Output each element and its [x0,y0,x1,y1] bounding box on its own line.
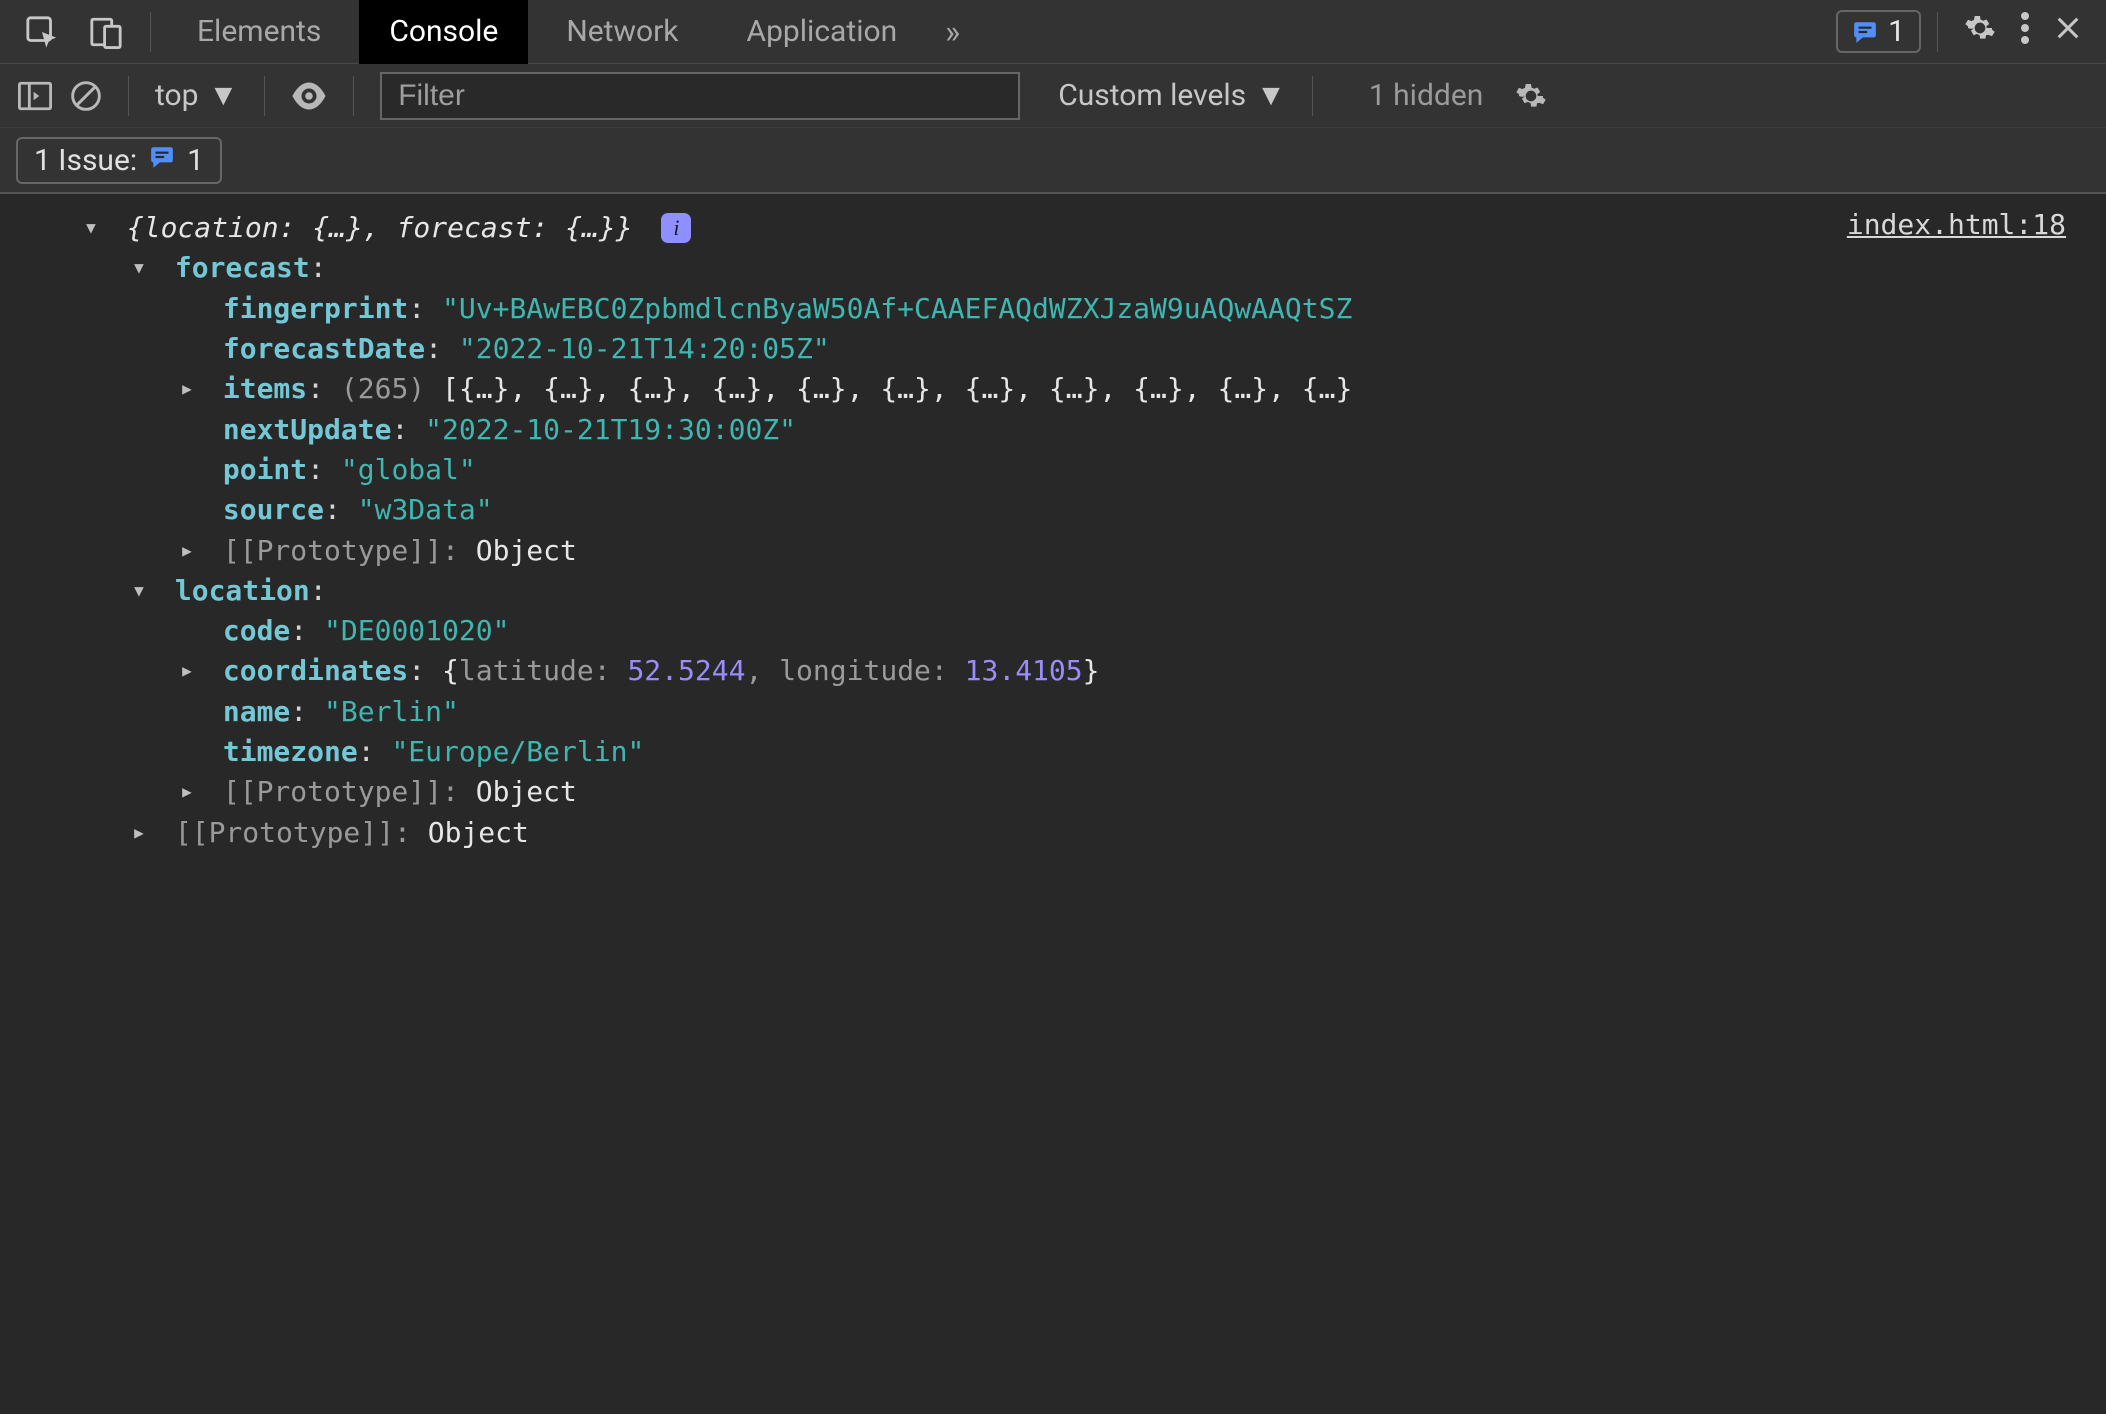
property-key: fingerprint [223,292,408,325]
console-toolbar: top ▼ Custom levels ▼ 1 hidden [0,64,2106,128]
tree-row-coordinates[interactable]: coordinates: {latitude: 52.5244, longitu… [80,651,2066,691]
expand-toggle-icon[interactable] [176,772,198,812]
tab-elements[interactable]: Elements [167,0,351,64]
tab-console[interactable]: Console [359,0,528,64]
inspect-icon[interactable] [14,4,70,60]
coord-lat-val: 52.5244 [627,654,745,687]
tree-row-prototype[interactable]: [[Prototype]]: Object [80,813,2066,853]
filter-input[interactable] [380,72,1020,120]
info-icon[interactable]: i [661,213,691,243]
chevron-down-icon: ▼ [208,78,238,113]
property-key: forecast [175,251,310,284]
property-key: timezone [223,735,358,768]
tree-row[interactable]: timezone: "Europe/Berlin" [80,732,2066,772]
property-value: "Europe/Berlin" [391,735,644,768]
separator [353,76,354,116]
issues-button[interactable]: 1 Issue: 1 [16,137,222,184]
property-key: coordinates [223,654,408,687]
items-preview: [{…}, {…}, {…}, {…}, {…}, {…}, {…}, {…},… [442,372,1352,405]
property-value: "2022-10-21T14:20:05Z" [459,332,830,365]
separator [150,12,151,52]
coord-lng-val: 13.4105 [965,654,1083,687]
expand-toggle-icon[interactable] [128,248,150,288]
expand-toggle-icon[interactable] [80,208,102,248]
property-value: Object [476,775,577,808]
property-value: Object [428,816,529,849]
message-icon [149,143,175,178]
expand-toggle-icon[interactable] [128,571,150,611]
close-icon[interactable] [2054,14,2082,49]
tree-row-location[interactable]: location: [80,571,2066,611]
levels-label: Custom levels [1058,78,1246,113]
separator [128,76,129,116]
expand-toggle-icon[interactable] [176,531,198,571]
live-expression-icon[interactable] [291,82,327,110]
property-key: point [223,453,307,486]
console-output: index.html:18 {location: {…}, forecast: … [0,192,2106,893]
tree-row[interactable]: source: "w3Data" [80,490,2066,530]
device-toggle-icon[interactable] [78,4,134,60]
separator [1312,76,1313,116]
property-key: source [223,493,324,526]
issues-count: 1 [187,143,204,178]
tree-row[interactable]: forecastDate: "2022-10-21T14:20:05Z" [80,329,2066,369]
property-key: nextUpdate [223,413,392,446]
kebab-menu-icon[interactable] [2020,12,2030,51]
toggle-sidebar-icon[interactable] [18,81,52,111]
object-tree: {location: {…}, forecast: {…}} i forecas… [80,208,2066,853]
issues-indicator[interactable]: 1 [1836,10,1921,53]
object-summary: {location: {…}, forecast: {…}} [127,211,633,244]
more-tabs-icon[interactable]: » [935,13,970,51]
tree-row[interactable]: code: "DE0001020" [80,611,2066,651]
log-levels-select[interactable]: Custom levels ▼ [1038,78,1286,113]
property-value: Object [476,534,577,567]
property-value: "w3Data" [358,493,493,526]
coord-lng-key: longitude [779,654,931,687]
execution-context-select[interactable]: top ▼ [155,78,238,113]
property-key: location [175,574,310,607]
property-key: name [223,695,290,728]
issues-label: 1 Issue: [34,143,137,178]
expand-toggle-icon[interactable] [176,651,198,691]
console-settings-icon[interactable] [1515,80,1547,112]
expand-toggle-icon[interactable] [128,813,150,853]
property-value: "DE0001020" [324,614,509,647]
issues-count: 1 [1888,14,1905,49]
tree-row-prototype[interactable]: [[Prototype]]: Object [80,531,2066,571]
tree-row[interactable]: nextUpdate: "2022-10-21T19:30:00Z" [80,410,2066,450]
property-key: code [223,614,290,647]
tab-network[interactable]: Network [536,0,708,64]
message-icon [1852,19,1878,45]
tree-row-forecast[interactable]: forecast: [80,248,2066,288]
tree-row[interactable]: name: "Berlin" [80,692,2066,732]
coord-lat-key: latitude [459,654,594,687]
property-key: items [223,372,307,405]
property-key: [[Prototype]] [175,816,394,849]
property-value: "Berlin" [324,695,459,728]
property-value: "global" [341,453,476,486]
expand-toggle-icon[interactable] [176,369,198,409]
items-count: (265) [341,372,425,405]
source-link[interactable]: index.html:18 [1847,208,2066,241]
chevron-down-icon: ▼ [1256,78,1286,113]
tree-row[interactable]: point: "global" [80,450,2066,490]
tree-row[interactable]: fingerprint: "Uv+BAwEBC0ZpbmdlcnByaW50Af… [80,289,2066,329]
property-key: [[Prototype]] [223,534,442,567]
issues-bar: 1 Issue: 1 [0,128,2106,192]
context-label: top [155,78,198,113]
property-key: [[Prototype]] [223,775,442,808]
tree-row-prototype[interactable]: [[Prototype]]: Object [80,772,2066,812]
property-value: "2022-10-21T19:30:00Z" [425,413,796,446]
tree-row-items[interactable]: items: (265) [{…}, {…}, {…}, {…}, {…}, {… [80,369,2066,409]
devtools-tabbar: Elements Console Network Application » 1 [0,0,2106,64]
property-value: "Uv+BAwEBC0ZpbmdlcnByaW50Af+CAAEFAQdWZXJ… [442,292,1352,325]
tree-row-root[interactable]: {location: {…}, forecast: {…}} i [80,208,2066,248]
property-key: forecastDate [223,332,425,365]
separator [1937,12,1938,52]
settings-icon[interactable] [1964,12,1996,51]
separator [264,76,265,116]
clear-console-icon[interactable] [70,80,102,112]
tab-application[interactable]: Application [717,0,928,64]
hidden-count[interactable]: 1 hidden [1339,78,1497,113]
